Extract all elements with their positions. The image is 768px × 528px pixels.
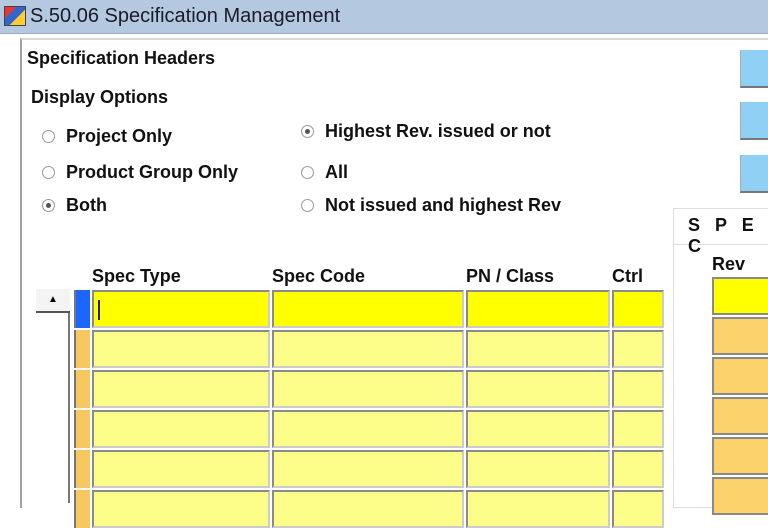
side-button-3[interactable] [740,155,768,193]
grid-cell[interactable] [92,410,270,448]
rev-cell[interactable] [712,317,768,355]
grid-cell[interactable] [612,370,664,408]
grid-cell[interactable] [272,370,464,408]
spec-panel-title: S P E C [674,209,768,256]
rev-column-header: Rev [712,254,746,274]
column-header-spec-code: Spec Code [272,266,366,286]
row-indicator[interactable] [74,370,90,408]
app-icon [4,6,26,26]
radio-icon [42,130,55,143]
grid-cell[interactable] [272,410,464,448]
grid-cell[interactable] [612,290,664,328]
grid-cell[interactable] [466,370,610,408]
radio-selected-icon [301,125,314,138]
radio-label: Highest Rev. issued or not [325,121,551,141]
grid-cell[interactable] [466,410,610,448]
radio-not-issued[interactable]: Not issued and highest Rev [301,195,561,216]
rev-cell[interactable] [712,397,768,435]
radio-label: Not issued and highest Rev [325,195,562,215]
scrollbar-track[interactable] [36,313,70,503]
radio-both[interactable]: Both [42,195,107,216]
window-title: S.50.06 Specification Management [30,5,341,27]
column-header-ctrl: Ctrl [612,266,643,286]
grid-cell[interactable] [92,370,270,408]
grid-cell[interactable] [272,330,464,368]
rev-cell[interactable] [712,277,768,315]
grid-cell[interactable] [612,330,664,368]
grid-cell[interactable] [466,330,610,368]
radio-all[interactable]: All [301,162,348,183]
radio-selected-icon [42,199,55,212]
radio-label: Both [66,195,107,215]
radio-label: Project Only [66,126,173,146]
display-options-label: Display Options [31,87,169,107]
text-caret [98,300,100,320]
title-bar: S.50.06 Specification Management [0,0,768,34]
column-header-pn-class: PN / Class [466,266,555,286]
grid-cell[interactable] [612,450,664,488]
side-button-1[interactable] [740,50,768,88]
grid-cell[interactable] [466,450,610,488]
scroll-up-button[interactable]: ▲ [36,289,70,313]
grid-cell[interactable] [272,290,464,328]
rev-cell[interactable] [712,357,768,395]
row-indicator[interactable] [74,290,90,328]
arrow-up-icon: ▲ [48,294,58,305]
radio-label: All [325,162,349,182]
radio-icon [301,199,314,212]
grid-cell[interactable] [92,290,270,328]
grid-cell[interactable] [92,450,270,488]
rev-cell[interactable] [712,437,768,475]
radio-label: Product Group Only [66,162,239,182]
section-title: Specification Headers [27,48,216,68]
radio-project-only[interactable]: Project Only [42,126,172,147]
grid-cell[interactable] [92,330,270,368]
row-indicator[interactable] [74,410,90,448]
grid-cell[interactable] [466,290,610,328]
rev-cell[interactable] [712,477,768,515]
side-button-2[interactable] [740,102,768,140]
radio-highest-rev[interactable]: Highest Rev. issued or not [301,121,551,142]
radio-product-group-only[interactable]: Product Group Only [42,162,238,183]
grid-cell[interactable] [612,410,664,448]
row-indicator[interactable] [74,330,90,368]
grid-cell[interactable] [272,450,464,488]
radio-icon [42,166,55,179]
row-indicator[interactable] [74,450,90,488]
radio-icon [301,166,314,179]
column-header-spec-type: Spec Type [92,266,181,286]
